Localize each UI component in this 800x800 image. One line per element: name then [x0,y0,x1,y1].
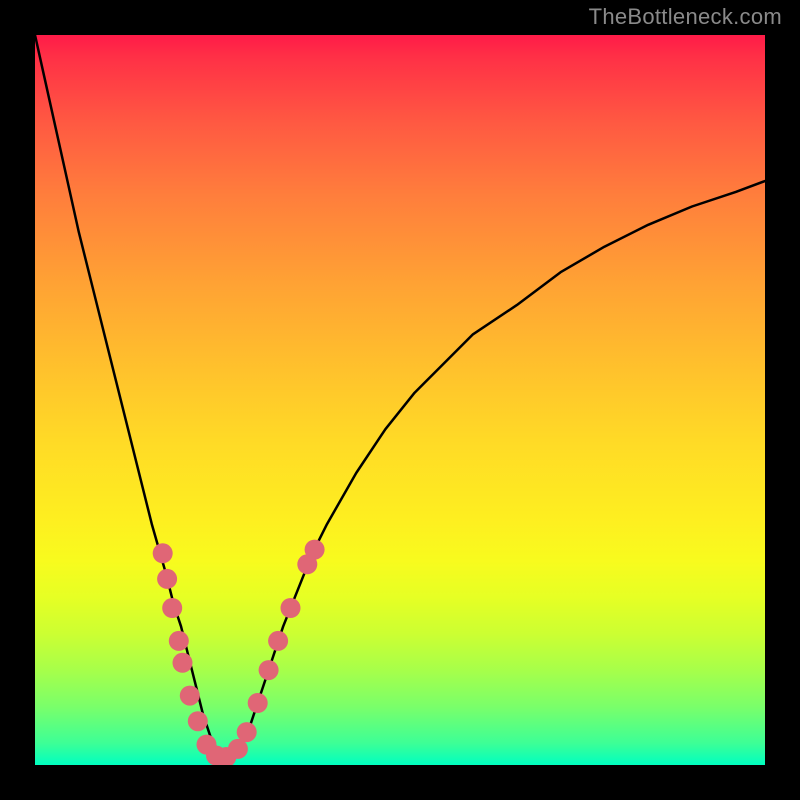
marker-dot [237,722,257,742]
marker-dot [157,569,177,589]
highlight-markers [153,540,325,765]
chart-svg [35,35,765,765]
watermark-text: TheBottleneck.com [589,4,782,30]
marker-dot [169,631,189,651]
marker-dot [153,543,173,563]
marker-dot [268,631,288,651]
outer-frame: TheBottleneck.com [0,0,800,800]
marker-dot [248,693,268,713]
marker-dot [162,598,182,618]
marker-dot [188,711,208,731]
marker-dot [305,540,325,560]
bottleneck-curve [35,35,765,758]
marker-dot [180,686,200,706]
marker-dot [173,653,193,673]
marker-dot [259,660,279,680]
marker-dot [281,598,301,618]
